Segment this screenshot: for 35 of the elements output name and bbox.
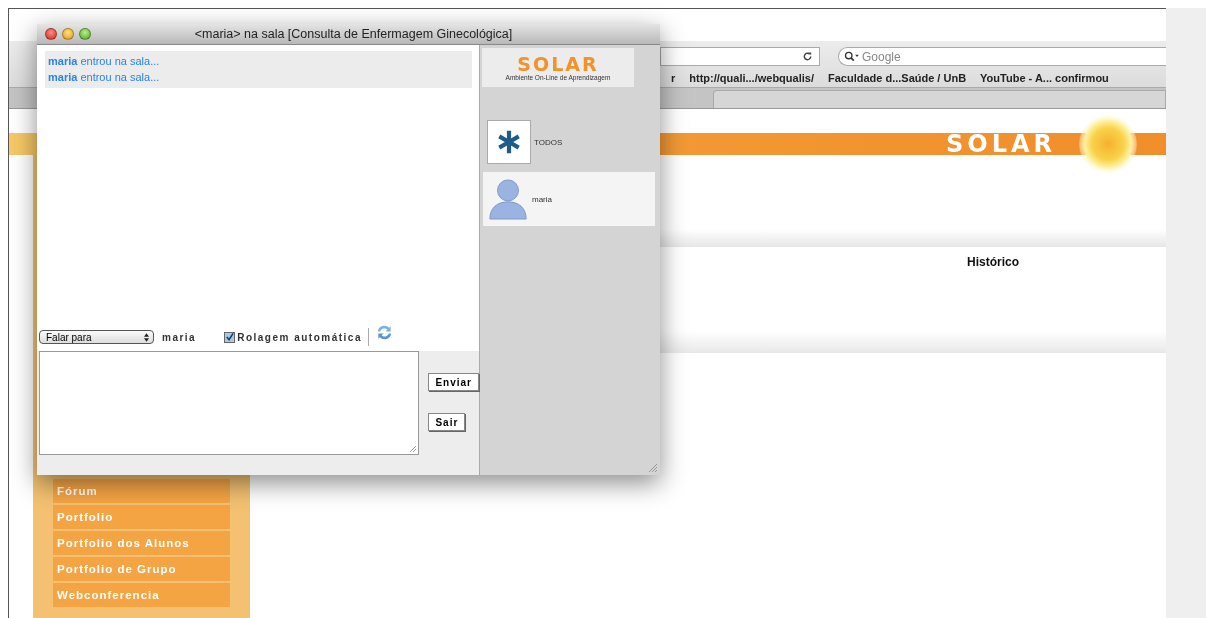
search-field[interactable]: Google [838,47,1166,66]
message-input[interactable] [39,351,420,455]
bookmark-link[interactable]: YouTube - A... confirmou [980,72,1109,84]
user-list-item[interactable]: maria [483,172,655,226]
banner-logo: SOLAR [945,130,1056,158]
auto-scroll-label: Rolagem automática [237,331,362,343]
bookmark-link[interactable]: r [671,72,676,84]
logo-wordmark: SOLAR [517,54,599,74]
chat-message: maria entrou na sala... [48,54,161,69]
search-icon [844,50,859,62]
zoom-button[interactable] [79,28,91,40]
reload-icon[interactable] [802,50,813,62]
resize-grip-icon[interactable] [409,445,418,453]
minimize-button[interactable] [62,28,74,40]
user-list-item[interactable]: TODOS [483,118,655,166]
address-field[interactable] [660,46,820,66]
send-button[interactable]: Enviar [428,373,479,391]
person-silhouette-icon [487,177,529,221]
chat-message: maria entrou na sala... [48,70,161,85]
recipient-select[interactable]: Falar para [39,330,154,344]
user-name: TODOS [534,137,563,147]
window-title: <maria> na sala [Consulta de Enfermagem Ginecológica] [193,27,514,41]
recipient-name: maria [162,331,197,343]
bookmark-link[interactable]: Faculdade d...Saúde / UnB [827,72,967,84]
bookmark-link[interactable]: http://quali.../webqualis/ [689,72,814,84]
exit-button[interactable]: Sair [428,413,466,431]
auto-scroll-checkbox[interactable] [224,331,236,343]
user-name: maria [532,194,552,204]
asterisk-icon [487,120,531,164]
close-button[interactable] [45,28,57,40]
updown-arrows-icon [144,332,149,342]
section-heading: Histórico [967,255,1019,269]
sun-icon [1078,114,1138,174]
resize-grip-icon[interactable] [648,463,658,473]
browser-tab[interactable] [713,90,1166,108]
